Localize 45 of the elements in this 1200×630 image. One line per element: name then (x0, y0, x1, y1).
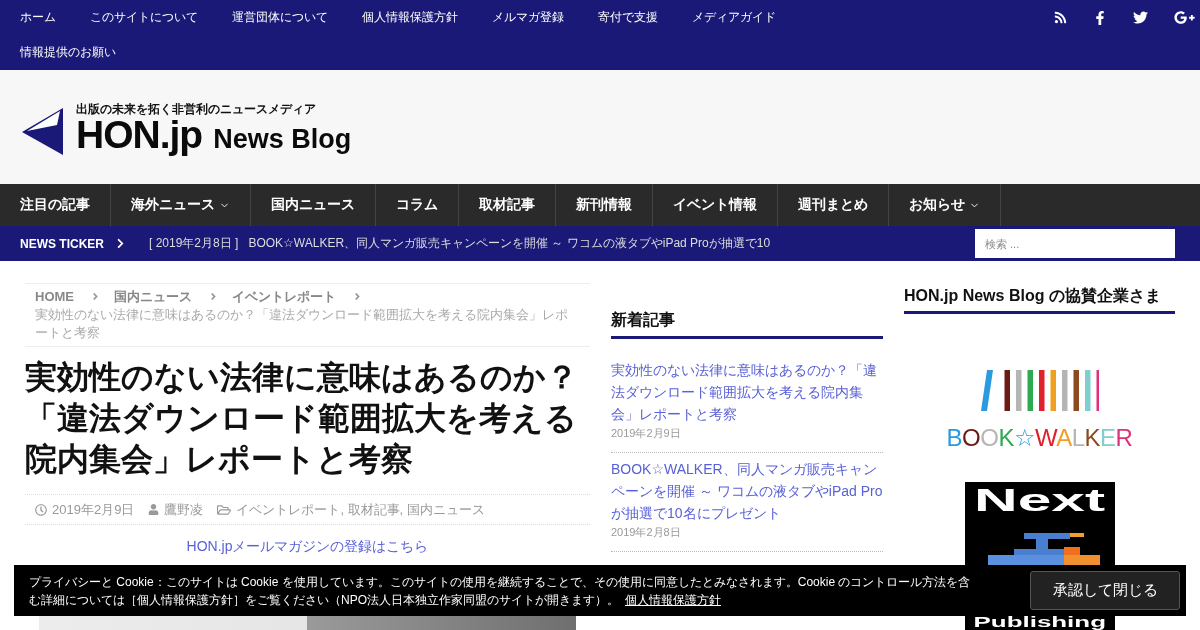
search-field[interactable]: 検索 ... (975, 229, 1175, 258)
paper-plane-logo-icon[interactable] (22, 108, 64, 156)
sponsor-logo-text[interactable]: BOOK☆WALKER (946, 424, 1133, 452)
chevron-right-icon (115, 238, 126, 249)
breadcrumb-current: 実効性のない法律に意味はあるのか？「違法ダウンロード範囲拡大を考える院内集会」レポートと考察 (35, 306, 569, 342)
ticker-date: [ 2019年2月8日 ] (149, 235, 239, 252)
widget-heading: HON.jp News Blog の協賛企業さま (904, 286, 1175, 314)
stripes-logo-icon (980, 370, 1099, 411)
post-title-link[interactable]: BOOK☆WALKER、同人マンガ販売キャンペーンを開催 ～ ワコムの液タブやiPad Proが抽選で10名にプレゼント (611, 458, 883, 524)
breadcrumb-link[interactable]: 国内ニュース (114, 289, 192, 304)
news-ticker-label: NEWS TICKER (20, 236, 104, 251)
facebook-icon[interactable] (1093, 10, 1107, 25)
chevron-right-icon (209, 291, 218, 302)
top-menu-link[interactable]: このサイトについて (90, 0, 198, 35)
logo-text: Next (973, 485, 1105, 517)
top-menu-link[interactable]: 運営団体について (232, 0, 328, 35)
breadcrumb-link[interactable]: イベントレポート (232, 289, 336, 304)
newsletter-link[interactable]: HON.jpメールマガジンの登録はこちら (186, 538, 429, 554)
rss-icon[interactable] (1054, 11, 1067, 24)
top-menu-link[interactable]: 個人情報保護方針 (362, 0, 458, 35)
site-logo-name[interactable]: HON.jp (76, 116, 203, 154)
chevron-right-icon (353, 291, 362, 302)
user-icon (148, 504, 160, 515)
top-menu-link[interactable]: 寄付で支援 (598, 0, 658, 35)
widget-heading: 新着記事 (611, 310, 883, 339)
ticker-headline-link[interactable]: BOOK☆WALKER、同人マンガ販売キャンペーンを開催 ～ ワコムの液タブやiPad Proが抽選で10 (248, 235, 771, 252)
chevron-right-icon (91, 291, 100, 302)
post-date: 2019年2月8日 (611, 525, 682, 540)
post-title-link[interactable]: 実効性のない法律に意味はあるのか？「違法ダウンロード範囲拡大を考える院内集会」レポートと考察 (611, 359, 883, 425)
article-date: 2019年2月9日 (52, 500, 135, 519)
breadcrumb-link[interactable]: HOME (35, 289, 74, 304)
top-menu-link[interactable]: 情報提供のお願い (20, 35, 116, 70)
privacy-policy-link[interactable]: 個人情報保護方針 (625, 592, 721, 607)
clock-icon (35, 503, 47, 516)
top-menu-link[interactable]: メルマガ登録 (492, 0, 564, 35)
top-menu-link[interactable]: ホーム (20, 0, 56, 35)
top-menu-link[interactable]: メディアガイド (692, 0, 776, 35)
logo-text: Publishing (973, 616, 1106, 629)
twitter-icon[interactable] (1133, 10, 1148, 25)
site-tagline: 出版の未来を拓く非営利のニュースメディア (76, 102, 316, 116)
post-date: 2019年2月9日 (611, 426, 682, 441)
site-logo-subtitle[interactable]: News Blog (213, 124, 352, 154)
article-title: 実効性のない法律に意味はあるのか？「違法ダウンロード範囲拡大を考える院内集会」レポートと考察 (25, 358, 579, 479)
accept-close-button[interactable]: 承認して閉じる (1030, 571, 1180, 610)
folder-icon (217, 502, 232, 517)
